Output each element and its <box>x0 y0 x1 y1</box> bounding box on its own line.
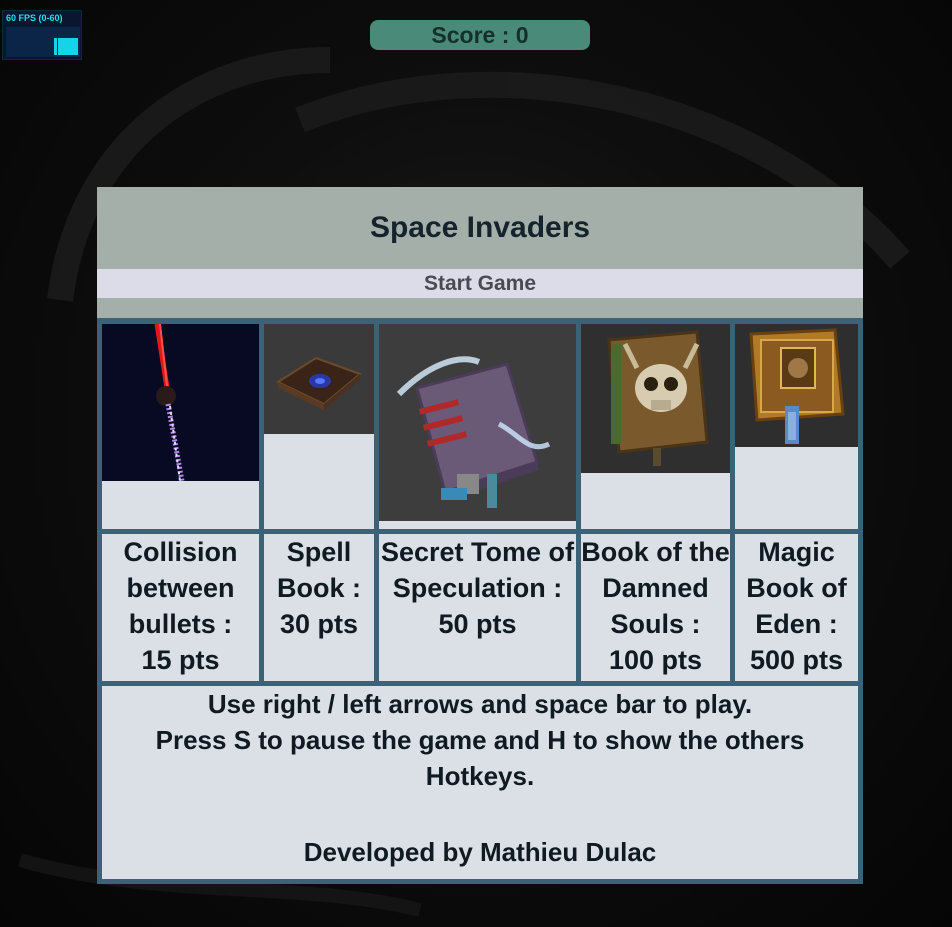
points-table: Collision between bullets : 15 pts Spell… <box>97 318 863 884</box>
fps-bar <box>54 38 78 55</box>
fps-meter: 60 FPS (0-60) <box>2 10 82 60</box>
enemy-image-cell <box>102 324 259 529</box>
enemy-image-cell <box>264 324 374 529</box>
instructions-line: Press S to pause the game and H to show … <box>155 725 805 791</box>
enemy-points-text: Collision between bullets : 15 pts <box>123 537 238 675</box>
bullet-collision-icon <box>102 324 259 481</box>
enemy-points-text: Magic Book of Eden : 500 pts <box>746 537 847 675</box>
instructions-line: Use right / left arrows and space bar to… <box>207 689 753 719</box>
enemy-points-cell: Magic Book of Eden : 500 pts <box>735 534 858 681</box>
enemy-points-cell: Secret Tome of Speculation : 50 pts <box>379 534 576 681</box>
secret-tome-icon <box>379 324 576 521</box>
instructions-panel: Use right / left arrows and space bar to… <box>102 686 858 879</box>
fps-label: 60 FPS (0-60) <box>6 13 63 23</box>
main-menu: Space Invaders Start Game Collision betw… <box>97 187 863 884</box>
developer-credit: Developed by Mathieu Dulac <box>303 837 657 867</box>
enemy-image-cell <box>379 324 576 529</box>
start-game-button[interactable]: Start Game <box>97 269 863 298</box>
enemy-points-text: Book of the Damned Souls : 100 pts <box>581 537 730 675</box>
game-title: Space Invaders <box>369 211 591 244</box>
fps-graph <box>6 27 80 57</box>
magic-eden-book-icon <box>735 324 858 447</box>
damned-souls-book-icon <box>581 324 730 473</box>
enemy-points-cell: Book of the Damned Souls : 100 pts <box>581 534 730 681</box>
enemy-image-cell <box>735 324 858 529</box>
score-display: Score : 0 <box>370 20 590 50</box>
enemy-points-text: Secret Tome of Speculation : 50 pts <box>380 537 575 639</box>
enemy-points-cell: Collision between bullets : 15 pts <box>102 534 259 681</box>
spell-book-icon <box>264 324 374 434</box>
enemy-points-text: Spell Book : 30 pts <box>277 537 361 639</box>
enemy-points-cell: Spell Book : 30 pts <box>264 534 374 681</box>
enemy-image-cell <box>581 324 730 529</box>
